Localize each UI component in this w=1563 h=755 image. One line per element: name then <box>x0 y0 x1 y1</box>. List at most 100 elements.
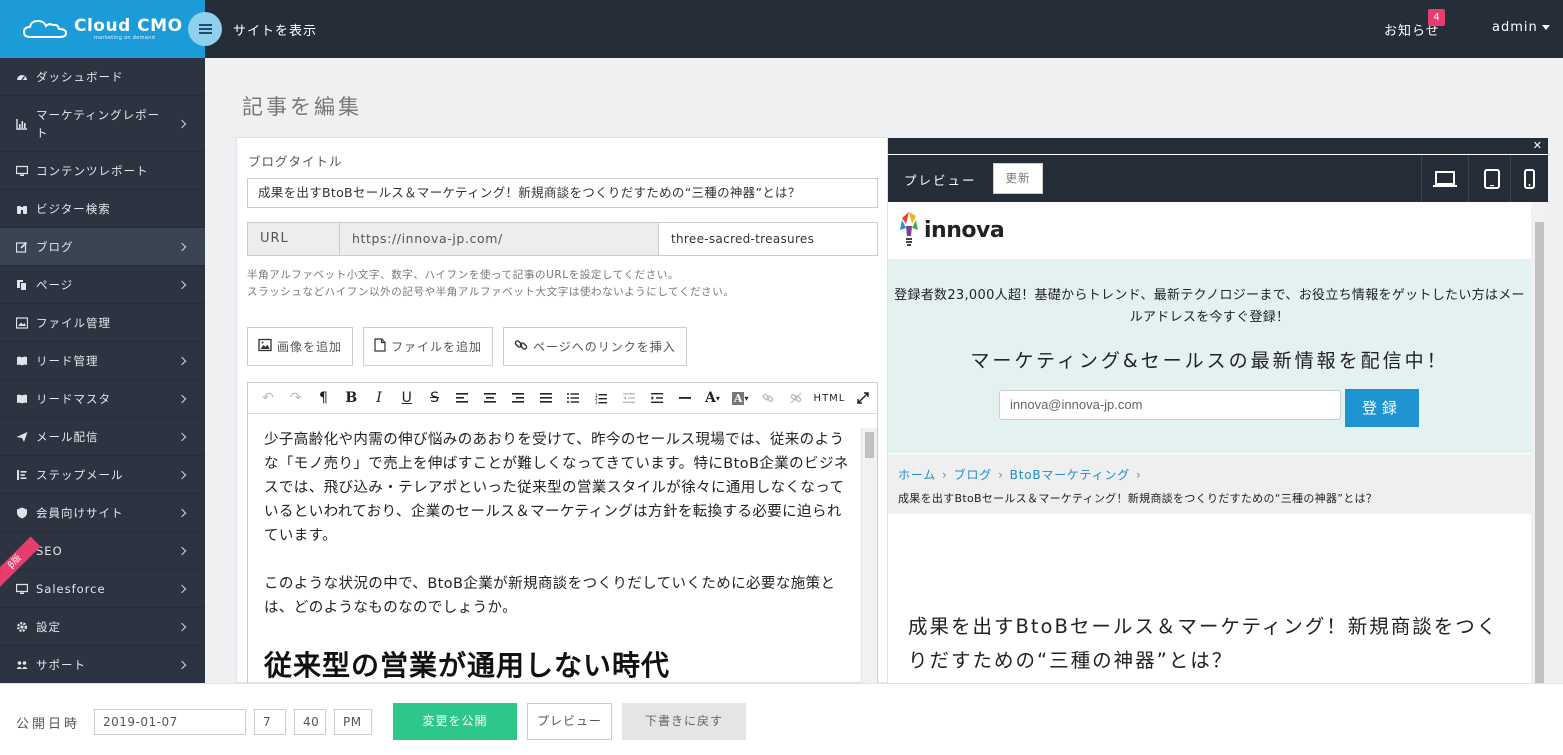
sidebar-item-mail-delivery[interactable]: メール配信 <box>0 418 205 456</box>
add-image-button[interactable]: 画像を追加 <box>247 327 354 366</box>
horizontal-rule-icon[interactable] <box>671 383 699 413</box>
italic-icon[interactable]: I <box>365 383 393 413</box>
banner-text: 登録者数23,000人超！基礎からトレンド、最新テクノロジーまで、お役立ち情報を… <box>894 288 1525 325</box>
cloud-icon <box>22 19 68 38</box>
sidebar-item-dashboard[interactable]: ダッシュボード <box>0 58 205 96</box>
editor-toolbar: ↶ ↷ ¶ B I U S 123 A ▾ A ▾ HTML <box>247 382 878 414</box>
outdent-icon[interactable] <box>615 383 643 413</box>
fullscreen-icon[interactable] <box>849 383 877 413</box>
sidebar-item-lead-master[interactable]: リードマスタ <box>0 380 205 418</box>
align-right-icon[interactable] <box>504 383 532 413</box>
content-paragraph: このような状況の中で、BtoB企業が新規商談をつくりだしていくために必要な施策と… <box>264 576 836 616</box>
sidebar-item-label: サポート <box>36 657 86 672</box>
editor-panel: ブログタイトル 成果を出すBtoBセールス＆マーケティング！新規商談をつくりだす… <box>236 137 888 684</box>
desktop-view-icon[interactable] <box>1421 155 1467 202</box>
blog-title-input[interactable]: 成果を出すBtoBセールス＆マーケティング！新規商談をつくりだすための“三種の神… <box>247 178 878 208</box>
brand-logo[interactable]: Cloud CMO marketing on demand <box>0 0 205 58</box>
insert-link-button[interactable]: ページへのリンクを挿入 <box>503 327 687 366</box>
mobile-view-icon[interactable] <box>1510 155 1548 202</box>
align-left-icon[interactable] <box>448 383 476 413</box>
bullet-list-icon[interactable] <box>560 383 588 413</box>
numbered-list-icon[interactable]: 123 <box>587 383 615 413</box>
unlink-icon[interactable] <box>782 383 810 413</box>
url-slug-input[interactable]: three-sacred-treasures <box>659 223 877 255</box>
refresh-button[interactable]: 更新 <box>993 163 1043 194</box>
publish-ampm-select[interactable]: PM <box>334 709 372 735</box>
banner-heading: マーケティング&セールスの最新情報を配信中！ <box>970 350 1449 372</box>
align-justify-icon[interactable] <box>532 383 560 413</box>
align-center-icon[interactable] <box>476 383 504 413</box>
bold-icon[interactable]: B <box>337 383 365 413</box>
breadcrumb-category[interactable]: BtoBマーケティング <box>1010 468 1130 482</box>
gear-icon <box>16 621 28 633</box>
close-icon[interactable]: ✕ <box>1533 139 1542 152</box>
sidebar-item-step-mail[interactable]: ステップメール <box>0 456 205 494</box>
help-line: 半角アルファベット小文字、数字、ハイフンを使って記事のURLを設定してください。 <box>247 269 680 281</box>
publish-date-label: 公開日時 <box>16 717 81 732</box>
sidebar-item-label: SEO <box>36 543 63 558</box>
add-file-button[interactable]: ファイルを追加 <box>363 327 494 366</box>
paragraph-icon[interactable]: ¶ <box>310 383 338 413</box>
font-color-icon[interactable]: A ▾ <box>699 383 727 413</box>
indent-icon[interactable] <box>643 383 671 413</box>
insert-buttons: 画像を追加 ファイルを追加 ページへのリンクを挿入 <box>247 327 687 366</box>
preview-button[interactable]: プレビュー <box>527 703 612 740</box>
preview-scroll-thumb[interactable] <box>1535 222 1544 683</box>
hamburger-icon <box>198 28 212 30</box>
html-source-button[interactable]: HTML <box>810 383 850 413</box>
sidebar-item-label: ページ <box>36 277 74 292</box>
sidebar-item-member-site[interactable]: 会員向けサイト <box>0 494 205 532</box>
redo-icon[interactable]: ↷ <box>282 383 310 413</box>
sidebar-item-label: Salesforce <box>36 581 106 596</box>
article-title: 成果を出すBtoBセールス＆マーケティング！新規商談をつくりだすための“三種の神… <box>908 615 1499 672</box>
sidebar-item-pages[interactable]: ページ <box>0 266 205 304</box>
underline-icon[interactable]: U <box>393 383 421 413</box>
chevron-right-icon <box>177 432 187 441</box>
user-menu[interactable]: admin <box>1492 20 1550 35</box>
editor-scrollbar[interactable] <box>861 428 877 683</box>
background-color-icon[interactable]: A ▾ <box>726 383 754 413</box>
sidebar-item-marketing-report[interactable]: マーケティングレポート <box>0 96 205 152</box>
editor-scroll-thumb[interactable] <box>865 432 874 458</box>
page-title: 記事を編集 <box>242 95 362 119</box>
sidebar-item-label: ステップメール <box>36 467 124 482</box>
sidebar-item-salesforce[interactable]: Salesforce <box>0 570 205 608</box>
publish-hour-input[interactable]: 7 <box>254 709 286 735</box>
sidebar-item-lead-management[interactable]: リード管理 <box>0 342 205 380</box>
sidebar-item-blog[interactable]: ブログ <box>0 228 205 266</box>
publish-date-input[interactable]: 2019-01-07 <box>94 709 246 735</box>
sidebar-item-visitor-search[interactable]: ビジター検索 <box>0 190 205 228</box>
sidebar-item-settings[interactable]: 設定 <box>0 608 205 646</box>
tablet-view-icon[interactable] <box>1468 155 1514 202</box>
add-image-label: 画像を追加 <box>277 340 343 354</box>
preview-scrollbar[interactable] <box>1531 202 1548 683</box>
sidebar-item-label: 設定 <box>36 619 61 634</box>
preview-toolbar: プレビュー 更新 <box>888 155 1548 202</box>
editor-content[interactable]: 少子高齢化や内需の伸び悩みのあおりを受けて、昨今のセールス現場では、従来のような… <box>247 414 878 684</box>
url-label: URL <box>248 223 340 255</box>
sidebar-item-label: 会員向けサイト <box>36 505 124 520</box>
breadcrumb-home[interactable]: ホーム <box>898 468 936 482</box>
sidebar-item-support[interactable]: サポート <box>0 646 205 684</box>
publish-minute-input[interactable]: 40 <box>294 709 326 735</box>
newsletter-email-input[interactable]: innova@innova-jp.com <box>999 390 1341 420</box>
svg-text:3: 3 <box>595 400 598 404</box>
sidebar-item-label: ファイル管理 <box>36 315 111 330</box>
undo-icon[interactable]: ↶ <box>254 383 282 413</box>
sidebar-item-file-management[interactable]: ファイル管理 <box>0 304 205 342</box>
view-site-link[interactable]: サイトを表示 <box>233 20 317 39</box>
register-button[interactable]: 登録 <box>1345 389 1419 427</box>
link-icon[interactable] <box>754 383 782 413</box>
content-heading: 従来型の営業が通用しない時代 <box>264 649 671 682</box>
sidebar-item-content-report[interactable]: コンテンツレポート <box>0 152 205 190</box>
notifications-badge: 4 <box>1428 9 1445 26</box>
preview-panel: ✕ プレビュー 更新 innova 登録者数23,000人超！基礎からトレンド、… <box>888 138 1548 683</box>
strikethrough-icon[interactable]: S <box>421 383 449 413</box>
site-logo[interactable]: innova <box>898 204 1005 256</box>
chevron-right-icon <box>177 508 187 517</box>
breadcrumb-blog[interactable]: ブログ <box>954 468 992 482</box>
publish-changes-button[interactable]: 変更を公開 <box>393 703 517 740</box>
users-icon <box>16 659 28 671</box>
revert-to-draft-button[interactable]: 下書きに戻す <box>622 703 746 740</box>
menu-toggle-button[interactable] <box>188 12 222 46</box>
